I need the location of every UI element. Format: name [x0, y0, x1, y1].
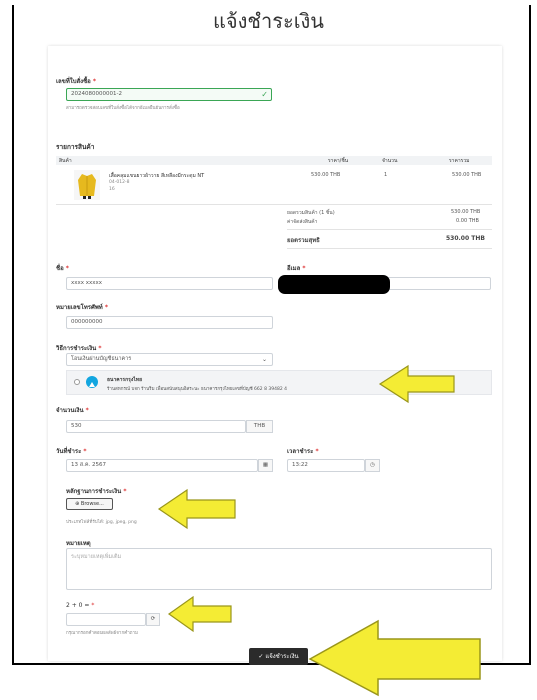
- date-input[interactable]: 13 ส.ค. 2567: [66, 459, 258, 472]
- captcha-input[interactable]: [66, 613, 146, 626]
- amount-input[interactable]: 530: [66, 420, 246, 433]
- check-icon: ✓: [258, 653, 264, 660]
- date-label: วันที่ชำระ *: [56, 448, 87, 455]
- clock-icon[interactable]: ◷: [365, 459, 380, 472]
- shipping-label: ค่าจัดส่งสินค้า: [287, 219, 318, 225]
- phone-input[interactable]: 000000000: [66, 316, 273, 329]
- redaction-block: [278, 275, 390, 294]
- order-number-value: 2024080000001-2: [71, 91, 122, 97]
- submit-payment-button[interactable]: ✓ แจ้งชำระเงิน: [249, 648, 308, 665]
- header-price: ราคา/ชิ้น: [328, 158, 349, 164]
- header-total: ราคารวม: [449, 158, 470, 164]
- amount-unit-addon: THB: [246, 420, 273, 433]
- product-thumbnail: [74, 170, 100, 200]
- header-qty: จำนวน: [382, 158, 398, 164]
- order-number-label: เลขที่ใบสั่งซื้อ *: [56, 78, 97, 85]
- items-section-title: รายการสินค้า: [56, 143, 95, 151]
- proof-help: ประเภทไฟล์ที่รับได้: jpg, jpeg, png: [66, 520, 137, 525]
- payment-method-select[interactable]: โอนเงินผ่านบัญชีธนาคาร ⌄: [66, 353, 273, 366]
- divider: [287, 248, 492, 249]
- product-qty: 1: [384, 172, 388, 178]
- product-name: เสื้อคลุมแขนยาวผ้าวาย สีเหลืองมีกระดุม N…: [109, 173, 205, 179]
- page-title: แจ้งชำระเงิน: [213, 9, 324, 33]
- browse-button[interactable]: ⊕ Browse...: [66, 498, 113, 510]
- bank-name: ธนาคารกรุงไทย: [107, 377, 143, 383]
- pointer-arrow-icon: [308, 619, 481, 697]
- bank-logo-icon: [86, 376, 98, 388]
- subtotal-label: ยอดรวมสินค้า (1 ชิ้น): [287, 210, 335, 216]
- subtotal-value: 530.00 THB: [451, 209, 481, 215]
- items-table-header: สินค้า ราคา/ชิ้น จำนวน ราคารวม: [56, 156, 492, 165]
- product-price: 530.00 THB: [311, 172, 341, 178]
- pointer-arrow-icon: [167, 595, 232, 633]
- order-number-help: สามารถตรวจสอบเลขที่ใบสั่งซื้อได้จากอีเมล…: [66, 106, 180, 111]
- upload-icon: ⊕: [75, 501, 80, 507]
- captcha-help: กรุณากรอกคำตอบผลลัพธ์จากคำถาม: [66, 631, 138, 636]
- proof-label: หลักฐานการชำระเงิน *: [66, 488, 127, 495]
- divider: [287, 229, 492, 230]
- name-input[interactable]: xxxx xxxxx: [66, 277, 273, 290]
- note-label: หมายเหตุ: [66, 540, 91, 547]
- refresh-icon[interactable]: ⟳: [146, 613, 160, 626]
- captcha-label: 2 + 0 = *: [66, 602, 95, 609]
- jacket-image: [74, 170, 100, 200]
- grand-total-label: ยอดรวมสุทธิ: [287, 237, 320, 244]
- calendar-icon[interactable]: ▦: [258, 459, 273, 472]
- shipping-value: 0.00 THB: [456, 218, 479, 224]
- product-sku: 04-012-8: [109, 180, 130, 185]
- valid-check-icon: ✓: [261, 90, 268, 99]
- pointer-arrow-icon: [157, 488, 236, 530]
- time-input[interactable]: 13:22: [287, 459, 365, 472]
- amount-label: จำนวนเงิน *: [56, 407, 89, 414]
- grand-total-value: 530.00 THB: [446, 235, 485, 242]
- order-number-input[interactable]: 2024080000001-2 ✓: [66, 88, 272, 101]
- payment-method-label: วิธีการชำระเงิน *: [56, 345, 102, 352]
- phone-label: หมายเลขโทรศัพท์ *: [56, 304, 108, 311]
- chevron-down-icon: ⌄: [261, 356, 267, 363]
- payment-method-value: โอนเงินผ่านบัญชีธนาคาร: [71, 356, 132, 362]
- name-label: ชื่อ *: [56, 265, 69, 272]
- time-label: เวลาชำระ *: [287, 448, 319, 455]
- product-total: 530.00 THB: [452, 172, 482, 178]
- email-label: อีเมล *: [287, 265, 306, 272]
- product-variant: 16: [109, 187, 115, 192]
- header-product: สินค้า: [59, 158, 72, 164]
- note-textarea[interactable]: ระบุหมายเหตุเพิ่มเติม: [66, 548, 492, 590]
- bank-radio[interactable]: [74, 379, 80, 385]
- pointer-arrow-icon: [378, 364, 455, 404]
- bank-detail: ร้านสหกรณ์ บจก ร้านริม เพื่อนสนับสนุนอิส…: [107, 387, 287, 392]
- divider: [56, 204, 492, 205]
